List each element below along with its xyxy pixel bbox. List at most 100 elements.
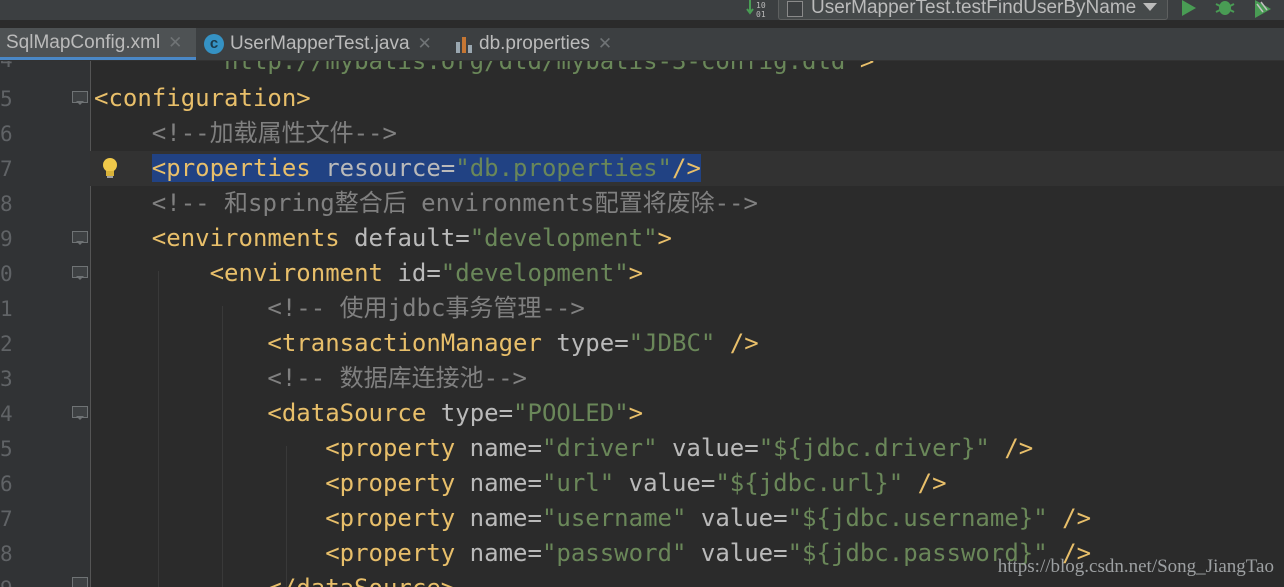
equals: = bbox=[527, 434, 542, 462]
coverage-icon[interactable] bbox=[1252, 0, 1274, 20]
code-line[interactable]: "http://mybatis.org/dtd/mybatis-3-config… bbox=[94, 61, 875, 79]
tab-sqlmapconfig-xml[interactable]: SqlMapConfig.xml ✕ bbox=[0, 28, 196, 60]
line-number: 6 bbox=[0, 122, 13, 146]
attr-value: "username" bbox=[541, 504, 687, 532]
run-config-label: UserMapperTest.testFindUserByName bbox=[811, 0, 1137, 18]
comment: <!-- 使用jdbc事务管理--> bbox=[267, 294, 585, 322]
code-line[interactable]: </dataSource> bbox=[94, 571, 455, 587]
line-number: 4 bbox=[0, 402, 13, 426]
code-line[interactable]: <property name="username" value="${jdbc.… bbox=[94, 501, 1091, 536]
editor-tab-bar: SqlMapConfig.xml ✕ c UserMapperTest.java… bbox=[0, 28, 1284, 61]
line-number: 0 bbox=[0, 262, 13, 286]
configuration-tag: <configuration> bbox=[94, 84, 311, 112]
tab-label: db.properties bbox=[479, 33, 590, 54]
comment: <!-- 数据库连接池--> bbox=[267, 364, 527, 392]
java-class-icon: c bbox=[204, 34, 224, 54]
svg-text:10: 10 bbox=[756, 1, 766, 10]
attr-name: id bbox=[382, 259, 427, 287]
equals: = bbox=[426, 259, 441, 287]
attr-value: "${jdbc.url}" bbox=[715, 469, 904, 497]
equals: = bbox=[773, 504, 788, 532]
navigation-toolbar: 10 01 UserMapperTest.testFindUserByName bbox=[0, 0, 1284, 20]
attr-value: "${jdbc.username}" bbox=[787, 504, 1048, 532]
line-number: 5 bbox=[0, 437, 13, 461]
code-line[interactable]: <!-- 和spring整合后 environments配置将废除--> bbox=[94, 186, 758, 221]
attr-name: value bbox=[614, 469, 701, 497]
code-line[interactable]: <property name="driver" value="${jdbc.dr… bbox=[94, 431, 1033, 466]
tab-usermappertest-java[interactable]: c UserMapperTest.java ✕ bbox=[204, 28, 444, 60]
code-line[interactable]: <transactionManager type="JDBC" /> bbox=[94, 326, 759, 361]
code-editor[interactable]: 4 5 6 7 8 9 0 1 2 3 4 5 6 7 8 9 "http://… bbox=[0, 61, 1284, 587]
attr-value: "JDBC" bbox=[628, 329, 716, 357]
equals: = bbox=[527, 504, 542, 532]
doctype-url-value: "http://mybatis.org/dtd/mybatis-3-config… bbox=[209, 61, 860, 75]
attr-name: name bbox=[455, 504, 528, 532]
attr-name: value bbox=[657, 434, 745, 462]
attr-name: name bbox=[455, 434, 528, 462]
close-icon[interactable]: ✕ bbox=[598, 34, 612, 54]
fold-toggle-icon[interactable] bbox=[72, 231, 88, 245]
tab-db-properties[interactable]: db.properties ✕ bbox=[455, 28, 630, 60]
attr-name: name bbox=[455, 539, 528, 567]
line-number: 8 bbox=[0, 192, 13, 216]
code-line[interactable]: <dataSource type="POOLED"> bbox=[94, 396, 643, 431]
attr-name: name bbox=[455, 469, 528, 497]
watermark: https://blog.csdn.net/Song_JiangTao bbox=[997, 556, 1274, 577]
code-line[interactable]: <property name="url" value="${jdbc.url}"… bbox=[94, 466, 947, 501]
attr-name: resource bbox=[310, 154, 441, 182]
equals: = bbox=[455, 224, 470, 252]
sort-icon[interactable]: 10 01 bbox=[746, 0, 768, 19]
attr-name: value bbox=[686, 504, 774, 532]
attr-name: type bbox=[541, 329, 615, 357]
transaction-manager-tag: <transactionManager bbox=[267, 329, 542, 357]
tag-bracket: /> bbox=[989, 434, 1034, 462]
environments-tag: <environments bbox=[151, 224, 340, 252]
code-line[interactable]: <!-- 使用jdbc事务管理--> bbox=[94, 291, 585, 326]
environment-tag: <environment bbox=[209, 259, 383, 287]
attr-name: type bbox=[426, 399, 499, 427]
fold-toggle-icon[interactable] bbox=[72, 406, 88, 420]
code-line[interactable]: <property name="password" value="${jdbc.… bbox=[94, 536, 1091, 571]
fold-toggle-icon[interactable] bbox=[72, 91, 88, 105]
attr-name: value bbox=[686, 539, 774, 567]
run-configuration-select[interactable]: UserMapperTest.testFindUserByName bbox=[778, 0, 1168, 20]
line-number: 9 bbox=[0, 572, 13, 587]
tag-bracket: > bbox=[628, 259, 644, 287]
line-number: 6 bbox=[0, 472, 13, 496]
equals: = bbox=[527, 469, 542, 497]
code-line[interactable]: <!--加载属性文件--> bbox=[94, 116, 397, 151]
line-number: 2 bbox=[0, 332, 13, 356]
attr-value: "db.properties" bbox=[455, 154, 672, 182]
attr-value: "${jdbc.driver}" bbox=[758, 434, 990, 462]
equals: = bbox=[527, 539, 542, 567]
test-config-icon bbox=[787, 1, 803, 17]
code-line[interactable]: <!-- 数据库连接池--> bbox=[94, 361, 527, 396]
close-icon[interactable]: ✕ bbox=[418, 34, 432, 54]
attr-value: "url" bbox=[541, 469, 615, 497]
tab-label: UserMapperTest.java bbox=[230, 33, 410, 54]
tag-bracket: /> bbox=[903, 469, 947, 497]
code-line[interactable]: <environments default="development"> bbox=[94, 221, 672, 256]
tab-label: SqlMapConfig.xml bbox=[6, 31, 161, 53]
equals: = bbox=[744, 434, 759, 462]
code-line[interactable]: <properties resource="db.properties"/> bbox=[94, 151, 701, 186]
fold-toggle-icon[interactable] bbox=[72, 577, 88, 587]
line-number: 4 bbox=[0, 61, 13, 78]
code-line[interactable]: <environment id="development"> bbox=[94, 256, 644, 291]
tag-bracket: > bbox=[859, 61, 875, 75]
line-number: 7 bbox=[0, 157, 13, 181]
fold-toggle-icon[interactable] bbox=[72, 266, 88, 280]
tag-bracket: > bbox=[628, 399, 644, 427]
datasource-close-tag: </dataSource> bbox=[267, 574, 455, 587]
close-icon[interactable]: ✕ bbox=[168, 33, 182, 53]
selected-text[interactable]: <properties resource="db.properties"/> bbox=[151, 154, 701, 182]
attr-value: "development" bbox=[440, 259, 629, 287]
debug-icon[interactable] bbox=[1214, 0, 1236, 20]
line-number: 1 bbox=[0, 297, 13, 321]
property-tag: <property bbox=[325, 504, 456, 532]
run-icon[interactable] bbox=[1180, 0, 1198, 20]
equals: = bbox=[498, 399, 514, 427]
line-number-gutter[interactable]: 4 5 6 7 8 9 0 1 2 3 4 5 6 7 8 9 bbox=[0, 61, 91, 587]
code-line[interactable]: <configuration> bbox=[94, 81, 311, 116]
tag-bracket: /> bbox=[715, 329, 759, 357]
